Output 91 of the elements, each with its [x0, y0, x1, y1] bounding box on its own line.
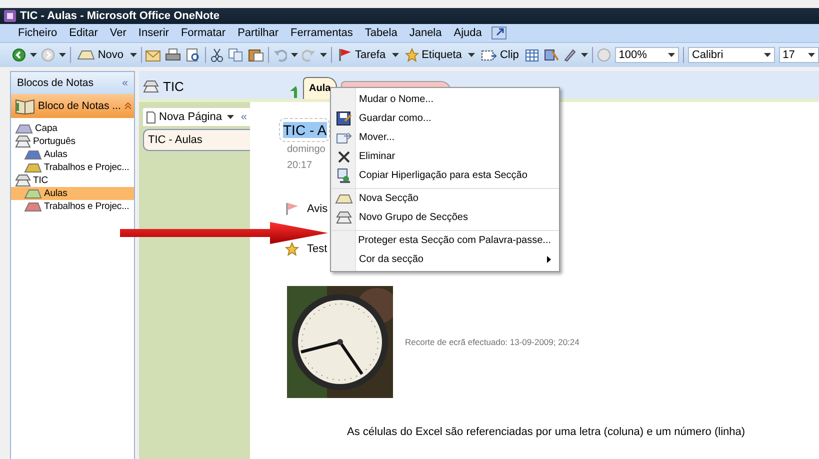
tagged-note: Avis [307, 203, 328, 215]
star-icon [285, 242, 299, 256]
font-size-combo[interactable]: 17 [778, 47, 819, 63]
menu-item[interactable]: Novo Grupo de Secções [331, 208, 559, 227]
menu-item[interactable]: Nova Secção [331, 188, 559, 208]
menu-item[interactable]: Mover... [331, 128, 559, 147]
section-group-title: TIC [163, 78, 184, 94]
menu-item[interactable]: Tabela [358, 27, 404, 39]
caret-icon[interactable] [130, 53, 137, 57]
menu-item[interactable]: Guardar como... [331, 109, 559, 128]
caret-icon[interactable] [580, 53, 588, 57]
submenu-arrow-icon [547, 256, 551, 263]
section-item[interactable]: Aulas [11, 187, 134, 200]
notebook-header[interactable]: Bloco de Notas ... [11, 94, 134, 118]
star-icon[interactable] [404, 48, 419, 62]
section-group-icon [143, 80, 159, 92]
pane-title: Blocos de Notas [17, 77, 94, 89]
note-text: As células do Excel são referenciadas por uma letra (coluna) e um número (linha) [347, 426, 746, 438]
menu-item[interactable]: Ferramentas [284, 27, 359, 39]
menu-item[interactable]: Eliminar [331, 147, 559, 166]
zoom-combo[interactable]: 100% [614, 47, 680, 63]
caret-icon[interactable] [30, 53, 37, 57]
paste-icon[interactable] [248, 48, 264, 62]
tag-button[interactable]: Etiqueta [402, 47, 464, 63]
tagged-note: Test [307, 243, 328, 255]
section-group-item[interactable]: TIC [11, 174, 134, 187]
section-item[interactable]: Trabalhos e Projec... [11, 161, 134, 174]
preview-icon[interactable] [185, 48, 202, 62]
dropdown-caret-icon[interactable] [764, 53, 771, 57]
page-tab[interactable]: TIC - Aulas [143, 129, 250, 151]
page-icon [146, 110, 156, 124]
cut-icon[interactable] [210, 48, 224, 62]
screen-clip-icon[interactable] [480, 48, 497, 62]
table-icon[interactable] [524, 48, 539, 62]
section-group-icon [15, 174, 31, 187]
copy-icon[interactable] [228, 48, 244, 62]
back-icon[interactable] [12, 48, 26, 62]
section-icon [15, 124, 33, 134]
caret-icon[interactable] [59, 53, 66, 57]
clip-caption: Recorte de ecrã efectuado: 13-09-2009; 20:24 [405, 337, 580, 347]
new-button[interactable]: Novo [74, 48, 126, 62]
section-item[interactable]: Aulas [11, 148, 134, 161]
menu-item[interactable]: Janela [403, 27, 448, 39]
menu-item[interactable]: Ficheiro [12, 27, 64, 39]
section-icon [24, 150, 42, 160]
pen-icon[interactable] [562, 48, 577, 62]
section-group-icon [336, 211, 352, 224]
section-group-item[interactable]: Português [11, 135, 134, 148]
menu-item[interactable]: Inserir [132, 27, 175, 39]
page-title: TIC - A [283, 122, 327, 138]
section-icon [24, 188, 42, 198]
menu-item[interactable]: Ajuda [448, 27, 488, 39]
section-group-icon [15, 135, 31, 148]
menu-item[interactable]: Cor da secção [331, 250, 559, 269]
caret-icon[interactable] [320, 53, 328, 57]
menu-item[interactable]: Partilhar [232, 27, 285, 39]
new-page-button[interactable]: Nova Página [159, 111, 224, 123]
section-icon [24, 162, 42, 172]
menu-item[interactable]: Editar [63, 27, 104, 39]
clip-button[interactable]: Clip [478, 47, 521, 63]
section-icon [76, 50, 95, 60]
print-icon[interactable] [165, 48, 182, 62]
window-title: TIC - Aulas - Microsoft Office OneNote [20, 10, 220, 22]
font-combo[interactable]: Calibri [688, 47, 775, 63]
dropdown-caret-icon[interactable] [808, 53, 816, 57]
onenote-logo-icon [4, 10, 16, 22]
chevron-icon[interactable] [124, 102, 132, 110]
popout-icon[interactable] [490, 26, 507, 40]
caret-icon[interactable] [226, 115, 234, 119]
move-icon [336, 130, 352, 146]
collapse-button[interactable]: « [240, 111, 247, 123]
task-button[interactable]: Tarefa [336, 47, 388, 63]
flag-icon [285, 202, 299, 216]
notebook-icon [15, 97, 35, 115]
menu-item[interactable]: Copiar Hiperligação para esta Secção [331, 166, 559, 185]
flag-icon[interactable] [338, 48, 352, 62]
collapse-button[interactable]: « [122, 77, 128, 89]
menu-item[interactable]: Ver [104, 27, 132, 39]
caret-icon[interactable] [291, 53, 298, 57]
menu-item[interactable]: Formatar [174, 27, 232, 39]
close-icon [336, 150, 350, 164]
caret-icon[interactable] [392, 53, 399, 57]
menu-item[interactable]: Proteger esta Secção com Palavra-passe... [331, 230, 559, 250]
section-icon [334, 194, 352, 204]
dropdown-caret-icon[interactable] [668, 53, 676, 57]
caret-icon[interactable] [468, 53, 475, 57]
save-icon [336, 110, 352, 126]
section-item[interactable]: Trabalhos e Projec... [11, 200, 134, 213]
section-item[interactable]: Capa [11, 122, 134, 135]
page-date: domingo [287, 143, 326, 157]
page-time: 20:17 [287, 159, 312, 173]
